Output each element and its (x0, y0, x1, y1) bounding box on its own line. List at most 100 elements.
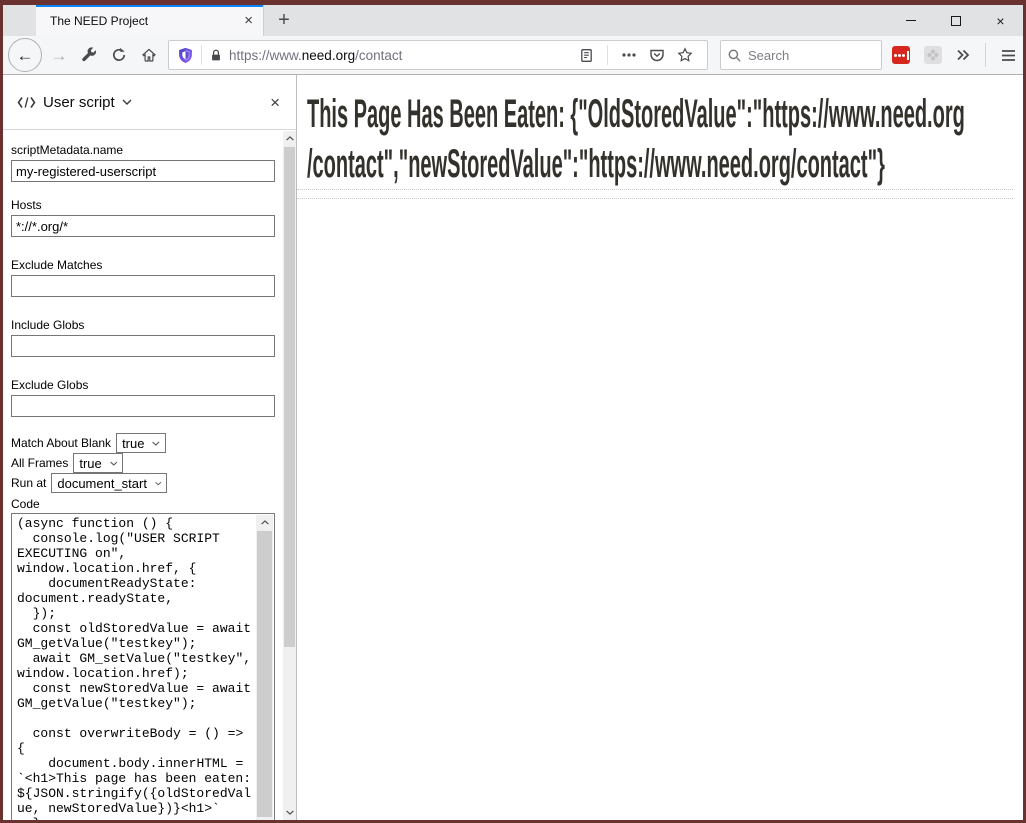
window-controls: × (888, 5, 1023, 36)
reload-button[interactable] (104, 40, 134, 70)
toolbar-divider (985, 43, 986, 67)
all-frames-label: All Frames (11, 456, 68, 470)
reload-icon (111, 47, 127, 63)
sidebar-scrollbar[interactable] (283, 131, 296, 820)
dotted-divider (297, 189, 1013, 190)
userscript-sidebar: User script × scriptMetadata.name Hosts … (3, 75, 297, 820)
reader-mode-button[interactable] (572, 41, 600, 69)
exclude-matches-input[interactable] (11, 275, 275, 297)
match-about-blank-label: Match About Blank (11, 436, 111, 450)
code-editor: (async function () { console.log("USER S… (11, 513, 275, 820)
exclude-matches-label: Exclude Matches (11, 258, 275, 272)
scroll-up-arrow[interactable] (283, 131, 296, 146)
close-window-button[interactable]: × (978, 5, 1023, 36)
forward-button[interactable]: → (44, 40, 74, 70)
browser-tab[interactable]: The NEED Project × (36, 5, 264, 36)
page-actions-button[interactable] (615, 41, 643, 69)
scroll-down-arrow[interactable] (283, 805, 296, 820)
field-run-at: Run at document_start (11, 473, 275, 493)
meatball-menu-icon (622, 53, 636, 57)
minimize-button[interactable] (888, 5, 933, 36)
all-frames-select[interactable]: true (73, 453, 123, 473)
field-hosts: Hosts (11, 198, 275, 237)
page-heading: This Page Has Been Eaten: {"OldStoredVal… (307, 89, 1007, 189)
sidebar-title: User script (43, 94, 115, 111)
back-button[interactable]: ← (8, 38, 42, 72)
password-extension-button[interactable] (892, 46, 910, 64)
sidebar-close-button[interactable]: × (266, 92, 284, 113)
tab-bar: The NEED Project × + × (3, 5, 1023, 36)
url-bar[interactable]: https://www.need.org/contact (168, 40, 708, 70)
forward-arrow-icon: → (51, 47, 68, 64)
include-globs-input[interactable] (11, 335, 275, 357)
code-scrollbar[interactable] (256, 515, 273, 820)
scroll-thumb[interactable] (284, 147, 295, 647)
double-chevron-icon (956, 49, 970, 61)
hosts-label: Hosts (11, 198, 275, 212)
active-tab-indicator (36, 5, 263, 7)
exclude-globs-label: Exclude Globs (11, 378, 275, 392)
scroll-up-arrow[interactable] (256, 515, 273, 530)
field-all-frames: All Frames true (11, 453, 275, 473)
tab-close-icon[interactable]: × (242, 13, 255, 28)
script-name-input[interactable] (11, 160, 275, 182)
heading-line-2: /contact","newStoredValue":"https://www.… (307, 139, 1007, 189)
run-at-select[interactable]: document_start (51, 473, 167, 493)
search-bar[interactable] (720, 40, 882, 70)
field-exclude-matches: Exclude Matches (11, 258, 275, 297)
overflow-menu-button[interactable] (948, 40, 978, 70)
run-at-label: Run at (11, 476, 46, 490)
pocket-icon (649, 47, 665, 63)
home-icon (141, 47, 157, 63)
hamburger-menu-button[interactable] (993, 40, 1023, 70)
code-icon (17, 96, 36, 109)
star-icon (677, 47, 693, 63)
disabled-extension-button[interactable] (924, 46, 942, 64)
wrench-icon (81, 47, 97, 63)
close-icon: × (996, 14, 1004, 28)
tab-title: The NEED Project (50, 14, 242, 28)
chevron-down-icon (155, 481, 161, 486)
field-match-about-blank: Match About Blank true (11, 433, 275, 453)
titlebar-drag-space (301, 5, 888, 36)
bookmark-star-button[interactable] (671, 41, 699, 69)
chevron-down-icon (152, 441, 160, 446)
sidebar-header: User script × (3, 75, 296, 130)
chevron-down-icon (110, 461, 118, 466)
dotted-divider (297, 198, 1013, 199)
wrench-button[interactable] (74, 40, 104, 70)
maximize-button[interactable] (933, 5, 978, 36)
include-globs-label: Include Globs (11, 318, 275, 332)
url-path: /contact (355, 48, 402, 63)
extension-icon (927, 49, 939, 61)
search-icon (727, 48, 742, 63)
code-label: Code (11, 497, 275, 511)
script-name-label: scriptMetadata.name (11, 143, 275, 157)
back-arrow-icon: ← (17, 47, 34, 64)
page-content: This Page Has Been Eaten: {"OldStoredVal… (297, 75, 1023, 820)
lock-icon (209, 48, 223, 63)
sidebar-form: scriptMetadata.name Hosts Exclude Matche… (3, 131, 283, 820)
home-button[interactable] (134, 40, 164, 70)
heading-line-1: This Page Has Been Eaten: {"OldStoredVal… (307, 89, 1007, 139)
content-area: User script × scriptMetadata.name Hosts … (3, 75, 1023, 820)
url-text: https://www.need.org/contact (229, 48, 572, 63)
hamburger-menu-icon (1001, 49, 1016, 62)
scroll-thumb[interactable] (257, 531, 272, 817)
sidebar-switcher[interactable]: User script (17, 94, 266, 111)
exclude-globs-input[interactable] (11, 395, 275, 417)
match-about-blank-select[interactable]: true (116, 433, 166, 453)
search-input[interactable] (748, 48, 875, 63)
code-textarea[interactable]: (async function () { console.log("USER S… (13, 515, 256, 820)
field-script-name: scriptMetadata.name (11, 143, 275, 182)
urlbar-divider (607, 45, 608, 65)
minimize-icon (906, 20, 916, 21)
tracking-protection-shield-icon[interactable] (177, 47, 194, 64)
url-scheme: https://www. (229, 48, 302, 63)
urlbar-divider (201, 45, 202, 65)
field-include-globs: Include Globs (11, 318, 275, 357)
hosts-input[interactable] (11, 215, 275, 237)
new-tab-button[interactable]: + (267, 5, 301, 36)
chevron-down-icon (122, 99, 132, 105)
pocket-button[interactable] (643, 41, 671, 69)
